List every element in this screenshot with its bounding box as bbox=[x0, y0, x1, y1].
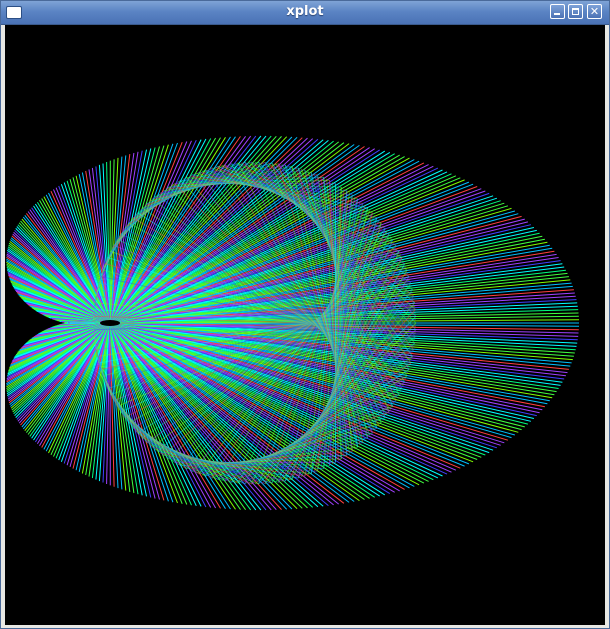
cusp-marker bbox=[100, 320, 120, 326]
xplot-window: xplot ✕ bbox=[0, 0, 610, 629]
maximize-button[interactable] bbox=[568, 4, 583, 19]
plot-graphic bbox=[6, 135, 580, 511]
plot-canvas[interactable] bbox=[5, 25, 605, 625]
close-button[interactable]: ✕ bbox=[587, 4, 602, 19]
minimize-icon bbox=[554, 13, 560, 15]
plot-lines bbox=[6, 135, 580, 511]
window-title: xplot bbox=[286, 4, 324, 19]
title-bar[interactable]: xplot ✕ bbox=[1, 1, 609, 25]
envelope-chord bbox=[93, 329, 96, 337]
maximize-icon bbox=[572, 8, 579, 15]
minimize-button[interactable] bbox=[550, 4, 565, 19]
close-icon: ✕ bbox=[589, 5, 600, 18]
